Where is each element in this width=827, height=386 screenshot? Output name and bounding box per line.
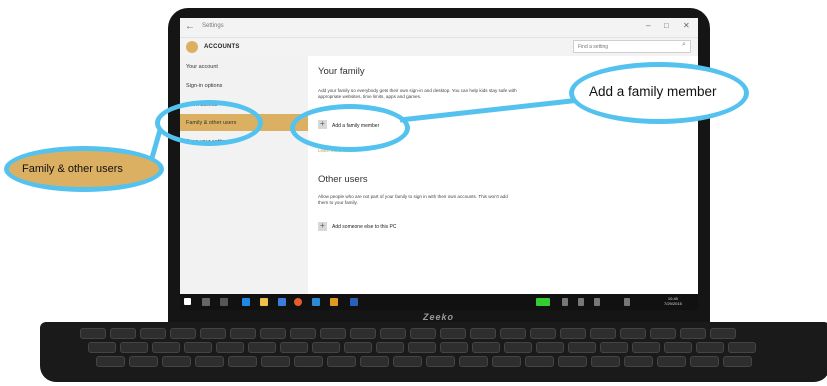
connector-add <box>399 97 581 123</box>
callout-family-users-text: Family & other users <box>22 163 123 175</box>
callout-add-member-text: Add a family member <box>589 84 717 99</box>
callout-connectors <box>147 97 581 166</box>
